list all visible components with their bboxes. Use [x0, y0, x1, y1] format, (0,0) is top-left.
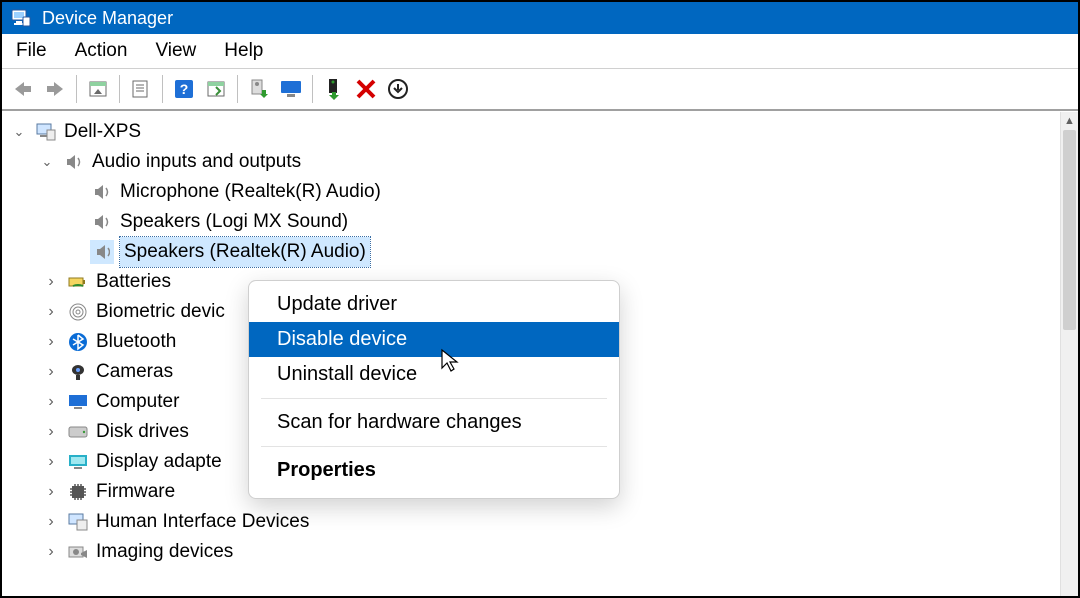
tree-device-item[interactable]: Speakers (Logi MX Sound) — [10, 207, 1078, 237]
menu-bar: File Action View Help — [2, 34, 1078, 69]
tree-category-label: Biometric devic — [96, 297, 225, 327]
tree-root[interactable]: Dell-XPS — [10, 117, 1078, 147]
tree-device-label: Microphone (Realtek(R) Audio) — [120, 177, 381, 207]
scan-hardware-button[interactable] — [201, 74, 231, 104]
title-bar: Device Manager — [2, 2, 1078, 34]
ctx-uninstall-device[interactable]: Uninstall device — [249, 357, 619, 392]
speaker-icon — [90, 210, 114, 234]
toolbar-separator — [237, 75, 238, 103]
tree-device-item-selected[interactable]: Speakers (Realtek(R) Audio) — [10, 237, 1078, 267]
fingerprint-icon — [66, 300, 90, 324]
toolbar-separator — [162, 75, 163, 103]
tree-category-label: Cameras — [96, 357, 173, 387]
expander-icon[interactable] — [42, 357, 60, 387]
tree-category-label: Audio inputs and outputs — [92, 147, 301, 177]
expander-icon[interactable] — [42, 387, 60, 417]
tree-category-label: Firmware — [96, 477, 175, 507]
ctx-scan-hardware[interactable]: Scan for hardware changes — [249, 405, 619, 440]
scroll-thumb[interactable] — [1063, 130, 1076, 330]
uninstall-device-button[interactable] — [383, 74, 413, 104]
menu-file[interactable]: File — [16, 40, 47, 62]
ctx-divider — [261, 398, 607, 399]
computer-icon — [34, 120, 58, 144]
expander-icon[interactable] — [42, 447, 60, 477]
update-driver-button[interactable] — [244, 74, 274, 104]
menu-view[interactable]: View — [155, 40, 196, 62]
expander-icon[interactable] — [10, 117, 28, 147]
device-manager-icon — [10, 7, 32, 29]
expander-icon[interactable] — [42, 297, 60, 327]
ctx-update-driver[interactable]: Update driver — [249, 287, 619, 322]
menu-help[interactable]: Help — [224, 40, 263, 62]
ctx-disable-device[interactable]: Disable device — [249, 322, 619, 357]
svg-text:?: ? — [180, 81, 189, 97]
expander-icon[interactable] — [42, 537, 60, 567]
monitor-icon — [66, 390, 90, 414]
hid-icon — [66, 510, 90, 534]
tree-category-label: Imaging devices — [96, 537, 233, 567]
context-menu: Update driver Disable device Uninstall d… — [248, 280, 620, 499]
scroll-up-icon[interactable]: ▲ — [1061, 112, 1078, 130]
help-button[interactable]: ? — [169, 74, 199, 104]
tree-category-hid[interactable]: Human Interface Devices — [10, 507, 1078, 537]
tree-category-label: Bluetooth — [96, 327, 176, 357]
expander-icon[interactable] — [38, 147, 56, 177]
monitor-button[interactable] — [276, 74, 306, 104]
battery-icon — [66, 270, 90, 294]
expander-icon[interactable] — [42, 267, 60, 297]
camera-icon — [66, 360, 90, 384]
toolbar-separator — [76, 75, 77, 103]
ctx-divider — [261, 446, 607, 447]
toolbar: ? — [2, 69, 1078, 111]
tree-category-label: Batteries — [96, 267, 171, 297]
tree-category-audio[interactable]: Audio inputs and outputs — [10, 147, 1078, 177]
speaker-icon — [90, 180, 114, 204]
toolbar-separator — [119, 75, 120, 103]
menu-action[interactable]: Action — [75, 40, 128, 62]
imaging-icon — [66, 540, 90, 564]
chip-icon — [66, 480, 90, 504]
tree-device-item[interactable]: Microphone (Realtek(R) Audio) — [10, 177, 1078, 207]
enable-device-button[interactable] — [319, 74, 349, 104]
back-button[interactable] — [8, 74, 38, 104]
tree-category-label: Display adapte — [96, 447, 222, 477]
bluetooth-icon — [66, 330, 90, 354]
tree-category-label: Human Interface Devices — [96, 507, 309, 537]
expander-icon[interactable] — [42, 477, 60, 507]
disable-device-button[interactable] — [351, 74, 381, 104]
drive-icon — [66, 420, 90, 444]
forward-button[interactable] — [40, 74, 70, 104]
expander-icon[interactable] — [42, 327, 60, 357]
ctx-properties[interactable]: Properties — [249, 453, 619, 488]
expander-icon[interactable] — [42, 507, 60, 537]
tree-category-label: Disk drives — [96, 417, 189, 447]
expander-icon[interactable] — [42, 417, 60, 447]
tree-category-imaging[interactable]: Imaging devices — [10, 537, 1078, 567]
display-adapter-icon — [66, 450, 90, 474]
tree-device-label: Speakers (Logi MX Sound) — [120, 207, 348, 237]
show-hidden-button[interactable] — [83, 74, 113, 104]
speaker-icon — [62, 150, 86, 174]
speaker-icon — [90, 240, 114, 264]
properties-button[interactable] — [126, 74, 156, 104]
vertical-scrollbar[interactable]: ▲ — [1060, 112, 1078, 596]
toolbar-separator — [312, 75, 313, 103]
window-title: Device Manager — [42, 8, 173, 29]
tree-device-label: Speakers (Realtek(R) Audio) — [120, 237, 370, 267]
tree-root-label: Dell-XPS — [64, 117, 141, 147]
tree-category-label: Computer — [96, 387, 179, 417]
